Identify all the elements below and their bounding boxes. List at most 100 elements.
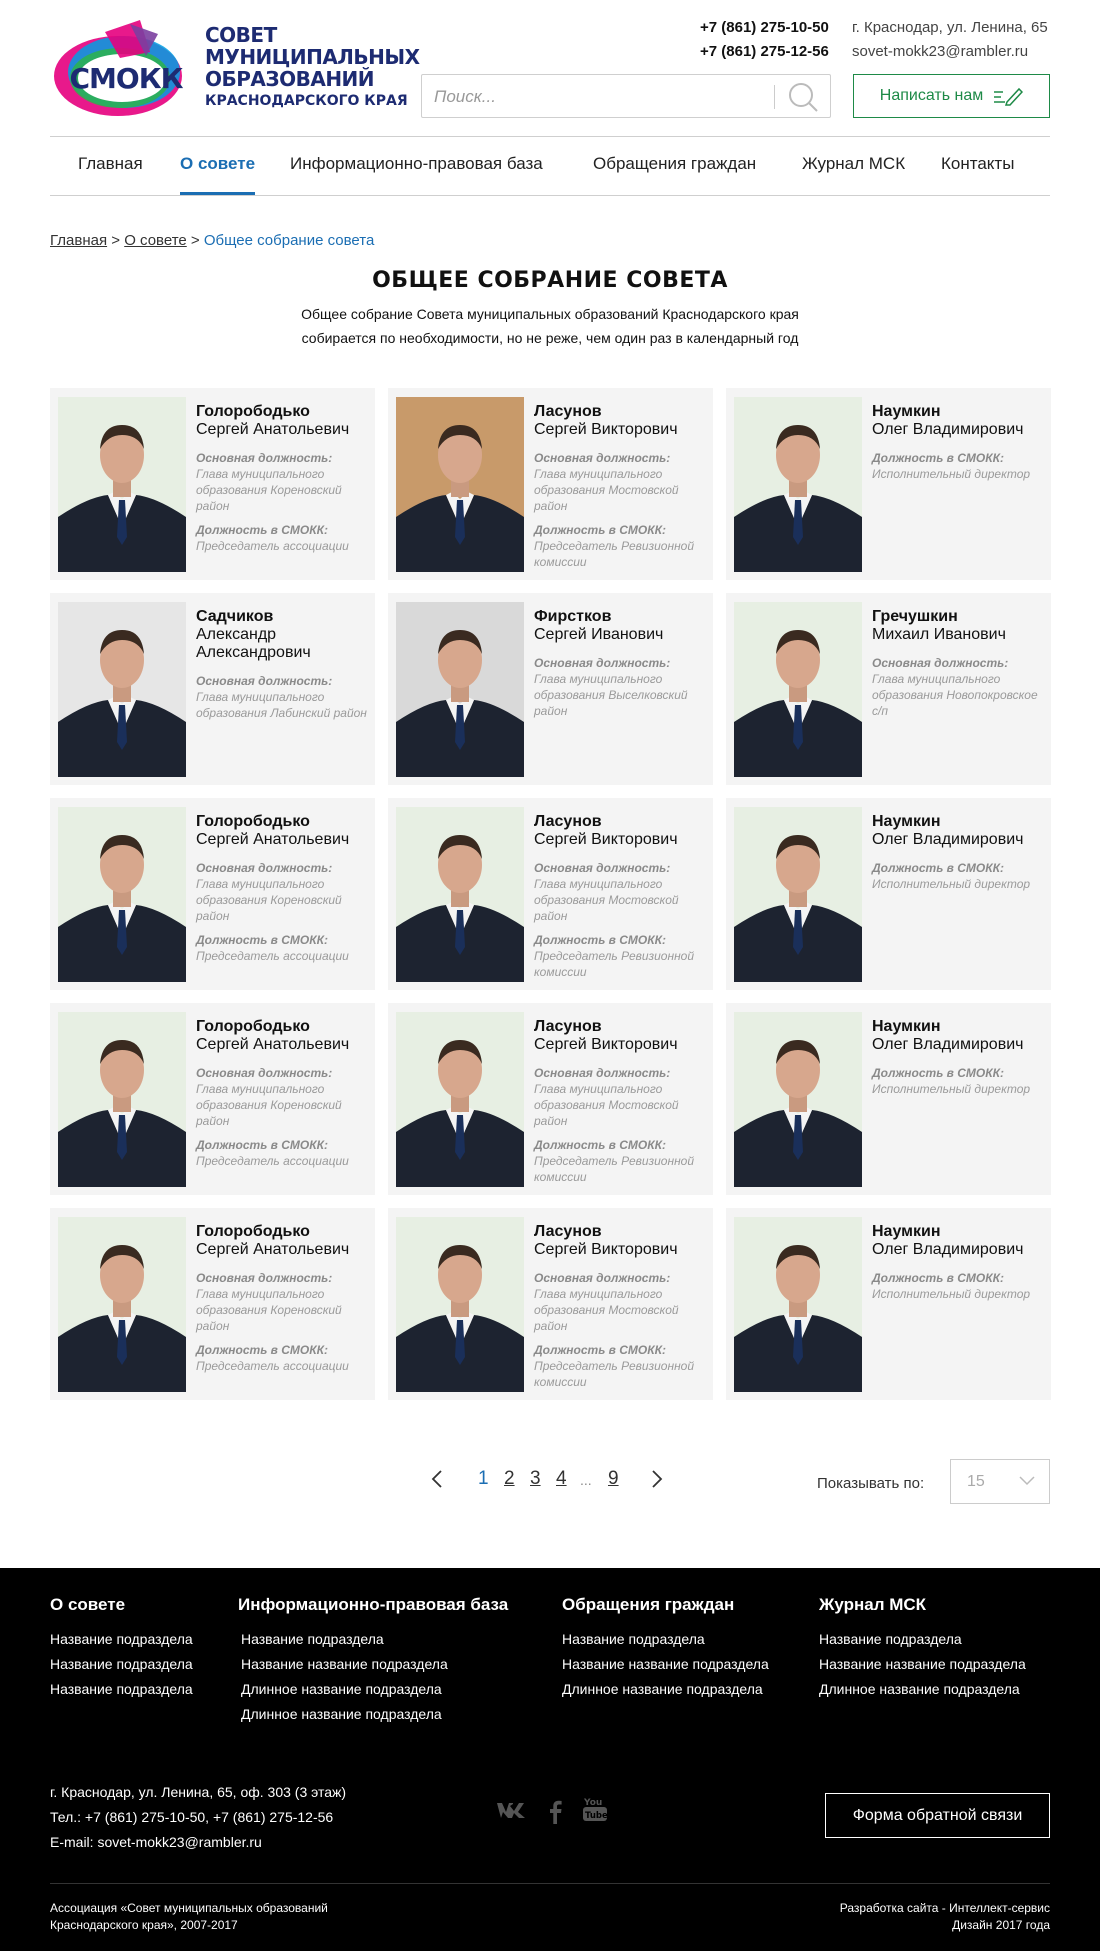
header-email[interactable]: sovet-mokk23@rambler.ru	[852, 40, 1048, 64]
footer-link[interactable]: Название название подраздела	[562, 1652, 769, 1677]
member-last-name: Ласунов	[534, 1223, 602, 1240]
footer-col-title[interactable]: Информационно-правовая база	[238, 1595, 508, 1615]
footer-col-appeals: Обращения граждан Название подраздела На…	[562, 1595, 769, 1702]
main-position-label: Основная должность:	[534, 656, 671, 670]
breadcrumb-sep: >	[190, 232, 200, 249]
youtube-icon[interactable]: You Tube	[583, 1796, 608, 1822]
member-main-position: Основная должность: Глава муниципального …	[534, 1065, 709, 1129]
main-position-label: Основная должность:	[196, 674, 333, 688]
nav-appeals[interactable]: Обращения граждан	[593, 154, 756, 174]
member-card[interactable]: Ласунов Сергей Викторович Основная должнос…	[388, 388, 713, 580]
main-position-label: Основная должность:	[196, 1066, 333, 1080]
page-link[interactable]: 1	[478, 1468, 489, 1490]
design-year: Дизайн 2017 года	[952, 1918, 1050, 1932]
member-smokk-position: Должность в СМОКК: Исполнительный директо…	[872, 860, 1047, 892]
footer-link[interactable]: Название подраздела	[50, 1652, 193, 1677]
footer-col-title[interactable]: Обращения граждан	[562, 1595, 769, 1615]
member-card[interactable]: Гречушкин Михаил Иванович Основная должнос…	[726, 593, 1051, 785]
page-link[interactable]: 2	[504, 1468, 515, 1490]
main-nav: Главная О совете Информационно-правовая …	[50, 137, 1050, 195]
member-card[interactable]: Садчиков Александр Александрович Основная …	[50, 593, 375, 785]
member-last-name: Наумкин	[872, 403, 941, 420]
member-card[interactable]: Голорободько Сергей Анатольевич Основная д…	[50, 798, 375, 990]
footer-link[interactable]: Длинное название подраздела	[238, 1677, 508, 1702]
footer-link[interactable]: Название подраздела	[50, 1627, 193, 1652]
footer-link[interactable]: Название подраздела	[238, 1627, 508, 1652]
footer-col-title[interactable]: О совете	[50, 1595, 193, 1615]
smokk-position-value: Председатель ассоциации	[196, 539, 349, 553]
search-icon[interactable]	[787, 81, 819, 113]
smokk-position-value: Председатель ассоциации	[196, 949, 349, 963]
member-last-name: Гречушкин	[872, 608, 958, 625]
footer-link[interactable]: Название подраздела	[562, 1627, 769, 1652]
member-card[interactable]: Голорободько Сергей Анатольевич Основная д…	[50, 1208, 375, 1400]
smokk-position-label: Должность в СМОКК:	[196, 523, 329, 537]
member-smokk-position: Должность в СМОКК: Исполнительный директо…	[872, 450, 1047, 482]
member-smokk-position: Должность в СМОКК: Исполнительный директо…	[872, 1065, 1047, 1097]
facebook-icon[interactable]	[548, 1800, 562, 1826]
member-name: Ласунов Сергей Викторович	[534, 1018, 709, 1054]
member-card[interactable]: Голорободько Сергей Анатольевич Основная д…	[50, 1003, 375, 1195]
footer-email[interactable]: sovet-mokk23@rambler.ru	[97, 1834, 261, 1850]
breadcrumb-section[interactable]: О совете	[124, 232, 187, 249]
nav-journal[interactable]: Журнал МСК	[802, 154, 905, 174]
member-main-position: Основная должность: Глава муниципального …	[534, 655, 709, 719]
member-photo	[734, 602, 862, 777]
member-card[interactable]: Наумкин Олег Владимирович Должность в СМОК…	[726, 388, 1051, 580]
footer-link[interactable]: Название название подраздела	[238, 1652, 508, 1677]
main-position-label: Основная должность:	[534, 1066, 671, 1080]
member-card[interactable]: Ласунов Сергей Викторович Основная должнос…	[388, 798, 713, 990]
footer-link[interactable]: Название название подраздела	[819, 1652, 1026, 1677]
footer-link[interactable]: Длинное название подраздела	[238, 1702, 508, 1727]
member-photo	[396, 602, 524, 777]
member-first-name: Олег Владимирович	[872, 421, 1024, 438]
header-contacts: г. Краснодар, ул. Ленина, 65 sovet-mokk2…	[852, 16, 1048, 64]
nav-legal-base[interactable]: Информационно-правовая база	[290, 154, 543, 174]
lead-line: Общее собрание Совета муниципальных обра…	[301, 306, 799, 322]
nav-contacts[interactable]: Контакты	[941, 154, 1014, 174]
footer-col-title[interactable]: Журнал МСК	[819, 1595, 1026, 1615]
smokk-position-label: Должность в СМОКК:	[534, 1138, 667, 1152]
member-name: Наумкин Олег Владимирович	[872, 1223, 1047, 1259]
footer-link[interactable]: Длинное название подраздела	[562, 1677, 769, 1702]
footer-link[interactable]: Название подраздела	[819, 1627, 1026, 1652]
page-link[interactable]: 9	[608, 1468, 619, 1490]
member-card[interactable]: Голорободько Сергей Анатольевич Основная д…	[50, 388, 375, 580]
smokk-position-value: Исполнительный директор	[872, 1287, 1031, 1301]
footer-link[interactable]: Название подраздела	[50, 1677, 193, 1702]
developer-link[interactable]: Интеллект-сервис	[949, 1901, 1050, 1915]
member-first-name: Олег Владимирович	[872, 1241, 1024, 1258]
footer-link[interactable]: Длинное название подраздела	[819, 1677, 1026, 1702]
member-last-name: Наумкин	[872, 1018, 941, 1035]
member-smokk-position: Должность в СМОКК: Председатель ассоциаци…	[196, 522, 371, 554]
member-photo	[58, 1217, 186, 1392]
member-smokk-position: Должность в СМОКК: Исполнительный директо…	[872, 1270, 1047, 1302]
member-smokk-position: Должность в СМОКК: Председатель Ревизионн…	[534, 522, 709, 570]
member-photo	[396, 1217, 524, 1392]
search-input[interactable]	[434, 85, 764, 109]
prev-page-icon[interactable]	[430, 1468, 444, 1496]
smokk-position-value: Исполнительный директор	[872, 467, 1031, 481]
vk-icon[interactable]	[495, 1800, 527, 1826]
footer-contacts: г. Краснодар, ул. Ленина, 65, оф. 303 (3…	[50, 1780, 346, 1855]
next-page-icon[interactable]	[650, 1468, 664, 1496]
member-card[interactable]: Фирстков Сергей Иванович Основная должност…	[388, 593, 713, 785]
smokk-position-value: Исполнительный директор	[872, 877, 1031, 891]
member-photo	[396, 397, 524, 572]
feedback-form-button[interactable]: Форма обратной связи	[825, 1793, 1050, 1838]
member-card[interactable]: Наумкин Олег Владимирович Должность в СМОК…	[726, 798, 1051, 990]
member-card[interactable]: Ласунов Сергей Викторович Основная должнос…	[388, 1003, 713, 1195]
per-page-select[interactable]: 15	[950, 1459, 1050, 1504]
page-link[interactable]: 4	[556, 1468, 567, 1490]
page-link[interactable]: 3	[530, 1468, 541, 1490]
nav-about[interactable]: О совете	[180, 154, 255, 174]
member-card[interactable]: Ласунов Сергей Викторович Основная должнос…	[388, 1208, 713, 1400]
phone-1[interactable]: +7 (861) 275-10-50	[700, 16, 829, 40]
member-card[interactable]: Наумкин Олег Владимирович Должность в СМОК…	[726, 1208, 1051, 1400]
member-card[interactable]: Наумкин Олег Владимирович Должность в СМОК…	[726, 1003, 1051, 1195]
logo[interactable]: СМОКК	[50, 12, 192, 124]
nav-home[interactable]: Главная	[78, 154, 143, 174]
breadcrumb-home[interactable]: Главная	[50, 232, 107, 249]
phone-2[interactable]: +7 (861) 275-12-56	[700, 40, 829, 64]
write-us-button[interactable]: Написать нам	[853, 74, 1050, 118]
